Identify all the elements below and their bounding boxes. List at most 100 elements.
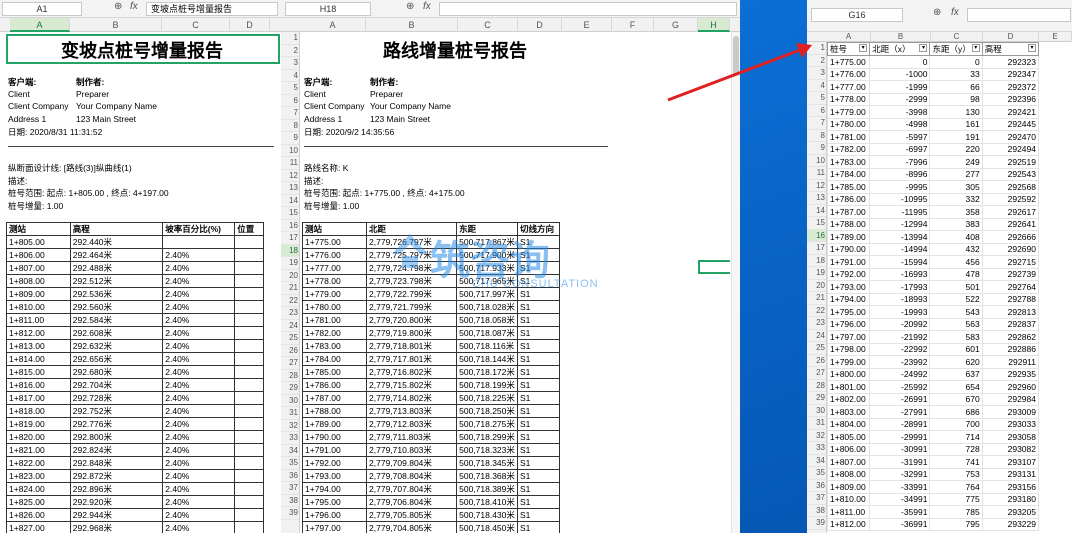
table-cell[interactable]: 500,718.225米 xyxy=(456,391,518,405)
table-cell[interactable]: 0 xyxy=(869,55,931,69)
table-cell[interactable]: 1+777.00 xyxy=(301,261,368,275)
table-cell[interactable]: 1+807.00 xyxy=(827,455,871,469)
row-number[interactable]: 34 xyxy=(807,455,826,467)
table-cell[interactable]: -12994 xyxy=(869,217,931,231)
table-cell[interactable]: 2.40% xyxy=(162,352,236,366)
table-cell[interactable]: 1+785.00 xyxy=(301,365,368,379)
table-cell[interactable]: 1+796.00 xyxy=(827,317,871,331)
row-number[interactable]: 13 xyxy=(807,192,826,205)
table-cell[interactable]: 292.776米 xyxy=(69,417,164,431)
table-cell[interactable]: 1+819.00 xyxy=(6,417,71,431)
table-cell[interactable]: 130 xyxy=(929,105,983,119)
table-cell[interactable]: 292347 xyxy=(981,67,1040,81)
table-header-cell[interactable]: 东距（y） ▾ xyxy=(929,42,983,56)
table-cell[interactable]: -28991 xyxy=(869,417,931,431)
row-number[interactable]: 13 xyxy=(281,182,299,195)
row-number[interactable]: 28 xyxy=(281,370,299,382)
table-cell[interactable]: 1+794.00 xyxy=(301,482,368,496)
sheet-area[interactable]: 变坡点桩号增量报告 客户端: 制作者: Client Preparer Clie… xyxy=(0,32,281,533)
table-cell[interactable] xyxy=(234,274,264,288)
table-cell[interactable]: 500,717.933米 xyxy=(456,261,518,275)
table-cell[interactable]: 2.40% xyxy=(162,378,236,392)
table-cell[interactable]: 700 xyxy=(929,417,983,431)
row-number[interactable]: 27 xyxy=(281,357,299,370)
table-cell[interactable]: 293229 xyxy=(981,517,1040,531)
table-cell[interactable] xyxy=(234,313,264,327)
table-cell[interactable]: 2.40% xyxy=(162,261,236,275)
table-cell[interactable]: 1+806.00 xyxy=(827,442,871,456)
table-cell[interactable]: 1+801.00 xyxy=(827,380,871,394)
table-cell[interactable] xyxy=(234,287,264,301)
row-number[interactable]: 39 xyxy=(807,517,826,530)
table-cell[interactable]: 292396 xyxy=(981,92,1040,106)
table-cell[interactable]: 293082 xyxy=(981,442,1040,456)
table-cell[interactable]: 292.896米 xyxy=(69,482,164,496)
table-cell[interactable]: 1+816.00 xyxy=(6,378,71,392)
table-cell[interactable]: 292.944米 xyxy=(69,508,164,522)
table-cell[interactable]: 1+826.00 xyxy=(6,508,71,522)
table-cell[interactable]: 2.40% xyxy=(162,300,236,314)
row-number[interactable]: 30 xyxy=(807,405,826,417)
table-cell[interactable]: 500,718.116米 xyxy=(456,339,518,353)
table-cell[interactable]: 1+811.00 xyxy=(827,505,871,519)
table-cell[interactable]: 292.680米 xyxy=(69,365,164,379)
table-cell[interactable]: 1+779.00 xyxy=(301,287,368,301)
row-number[interactable]: 5 xyxy=(807,92,826,105)
table-header-cell[interactable]: 桩号 ▾ xyxy=(827,42,871,56)
table-cell[interactable]: -15994 xyxy=(869,255,931,269)
row-number[interactable]: 20 xyxy=(281,270,299,282)
table-cell[interactable]: -27991 xyxy=(869,405,931,419)
table-cell[interactable]: 1+818.00 xyxy=(6,404,71,418)
table-cell[interactable]: 563 xyxy=(929,317,983,331)
table-cell[interactable]: 292715 xyxy=(981,255,1040,269)
table-cell[interactable]: -26991 xyxy=(869,392,931,406)
table-cell[interactable]: -32991 xyxy=(869,467,931,481)
row-number[interactable]: 31 xyxy=(281,407,299,420)
table-cell[interactable]: 1+799.00 xyxy=(827,355,871,369)
sheet-area[interactable]: 桩号 ▾ 北距（x） ▾ 东距（y） ▾ 高程 ▾ 1+775.00 0 0 292323 1+776.… xyxy=(827,42,1072,533)
table-cell[interactable]: S1 xyxy=(516,469,561,483)
row-number[interactable]: 14 xyxy=(281,195,299,207)
row-number[interactable]: 21 xyxy=(281,282,299,295)
table-cell[interactable]: 2,779,720.800米 xyxy=(366,313,458,327)
table-cell[interactable]: -10995 xyxy=(869,192,931,206)
table-cell[interactable]: 753 xyxy=(929,467,983,481)
table-cell[interactable]: 500,717.867米 xyxy=(456,235,518,249)
table-cell[interactable]: 2.40% xyxy=(162,482,236,496)
table-cell[interactable]: S1 xyxy=(516,274,561,288)
table-cell[interactable]: 500,718.430米 xyxy=(456,508,518,522)
table-cell[interactable]: 2.40% xyxy=(162,287,236,301)
table-cell[interactable]: 292.752米 xyxy=(69,404,164,418)
table-cell[interactable]: 292739 xyxy=(981,267,1040,281)
table-cell[interactable]: 292470 xyxy=(981,130,1040,144)
table-cell[interactable]: 293107 xyxy=(981,455,1040,469)
table-cell[interactable]: 249 xyxy=(929,155,983,169)
table-cell[interactable]: 764 xyxy=(929,480,983,494)
column-header[interactable]: D xyxy=(518,18,562,32)
table-cell[interactable]: S1 xyxy=(516,430,561,444)
table-cell[interactable]: 98 xyxy=(929,92,983,106)
table-cell[interactable]: 1+789.00 xyxy=(827,230,871,244)
table-cell[interactable]: -2999 xyxy=(869,92,931,106)
row-number[interactable]: 16 xyxy=(807,229,826,242)
table-cell[interactable]: 292837 xyxy=(981,317,1040,331)
row-number[interactable]: 26 xyxy=(281,345,299,357)
row-number[interactable]: 19 xyxy=(281,257,299,270)
column-header[interactable]: C xyxy=(162,18,230,32)
table-cell[interactable]: 2.40% xyxy=(162,443,236,457)
table-cell[interactable]: -3998 xyxy=(869,105,931,119)
table-cell[interactable]: 292862 xyxy=(981,330,1040,344)
table-cell[interactable]: 543 xyxy=(929,305,983,319)
table-cell[interactable]: 292.848米 xyxy=(69,456,164,470)
table-cell[interactable]: 1+805.00 xyxy=(827,430,871,444)
table-cell[interactable]: -19993 xyxy=(869,305,931,319)
table-cell[interactable]: 456 xyxy=(929,255,983,269)
row-number[interactable]: 6 xyxy=(281,95,299,107)
row-number[interactable]: 37 xyxy=(807,492,826,505)
table-cell[interactable]: S1 xyxy=(516,287,561,301)
table-cell[interactable]: S1 xyxy=(516,326,561,340)
row-number[interactable]: 18 xyxy=(807,255,826,267)
table-cell[interactable]: 500,718.345米 xyxy=(456,456,518,470)
table-cell[interactable]: 501 xyxy=(929,280,983,294)
table-cell[interactable]: 2.40% xyxy=(162,430,236,444)
